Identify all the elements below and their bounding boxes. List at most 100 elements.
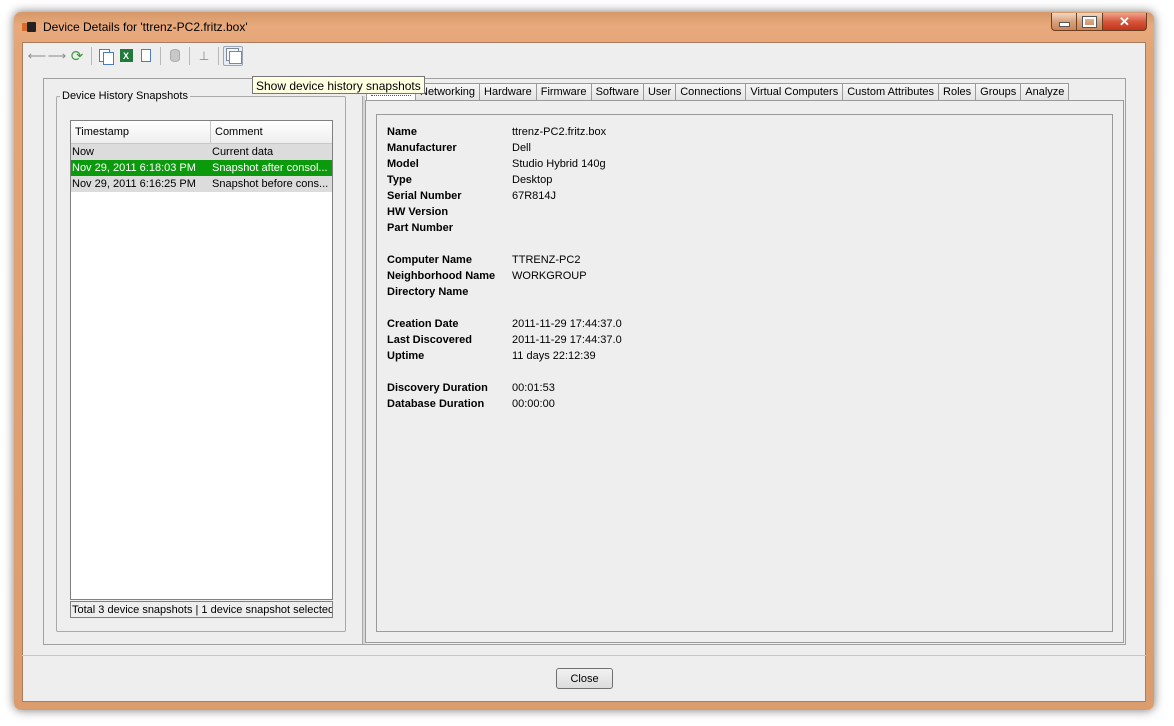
- maximize-button[interactable]: [1077, 13, 1103, 31]
- refresh-button[interactable]: ⟳: [67, 46, 87, 66]
- topology-button[interactable]: ⊥: [194, 46, 214, 66]
- tab-custom-attributes[interactable]: Custom Attributes: [842, 83, 940, 100]
- detail-value: 00:01:53: [512, 382, 555, 394]
- detail-row-database-duration: Database Duration 00:00:00: [387, 396, 555, 412]
- forward-button[interactable]: ⟶: [47, 46, 67, 66]
- close-button[interactable]: Close: [556, 668, 613, 689]
- detail-value: 2011-11-29 17:44:37.0: [512, 334, 622, 346]
- detail-label: Uptime: [387, 350, 425, 362]
- detail-tabs: Networking Hardware Firmware Software Us…: [366, 82, 1070, 100]
- caption-buttons: ✕: [1051, 13, 1147, 31]
- toolbar-separator: [160, 46, 161, 65]
- tab-virtual-computers[interactable]: Virtual Computers: [745, 83, 844, 100]
- tab-groups[interactable]: Groups: [975, 83, 1022, 100]
- history-snapshots-legend: Device History Snapshots: [60, 90, 190, 102]
- detail-label: Directory Name: [387, 286, 469, 298]
- tab-user[interactable]: User: [642, 83, 677, 100]
- detail-label: Model: [387, 158, 419, 170]
- arrow-right-icon: ⟶: [47, 47, 67, 63]
- detail-row-creation-date: Creation Date 2011-11-29 17:44:37.0: [387, 316, 622, 332]
- tab-connections[interactable]: Connections: [675, 83, 747, 100]
- tab-hardware[interactable]: Hardware: [479, 83, 537, 100]
- database-icon: [170, 49, 180, 62]
- detail-row-name: Name ttrenz-PC2.fritz.box: [387, 124, 606, 140]
- detail-label: Manufacturer: [387, 142, 457, 154]
- refresh-icon: ⟳: [70, 47, 84, 65]
- detail-row-computer-name: Computer Name TTRENZ-PC2: [387, 252, 580, 268]
- table-row-selected[interactable]: Nov 29, 2011 6:18:03 PM Snapshot after c…: [71, 160, 332, 176]
- row-timestamp: Now: [72, 146, 95, 158]
- detail-value: Studio Hybrid 140g: [512, 158, 606, 170]
- detail-label: Last Discovered: [387, 334, 472, 346]
- tab-analyze[interactable]: Analyze: [1020, 83, 1070, 100]
- detail-row-neighborhood-name: Neighborhood Name WORKGROUP: [387, 268, 587, 284]
- detail-row-uptime: Uptime 11 days 22:12:39: [387, 348, 596, 364]
- row-comment: Snapshot after consol...: [212, 162, 328, 174]
- detail-row-discovery-duration: Discovery Duration 00:01:53: [387, 380, 555, 396]
- snapshots-icon: [225, 48, 242, 64]
- detail-row-part-number: Part Number: [387, 220, 512, 236]
- excel-icon: X: [119, 49, 133, 62]
- export-excel-button[interactable]: X: [116, 46, 136, 66]
- row-comment: Current data: [212, 146, 274, 158]
- report-button[interactable]: [136, 46, 156, 66]
- close-window-button[interactable]: ✕: [1103, 13, 1147, 31]
- table-row[interactable]: Now Current data: [71, 144, 332, 160]
- detail-value: Dell: [512, 142, 531, 154]
- back-button[interactable]: ⟵: [27, 46, 47, 66]
- footer-separator: [22, 655, 1146, 656]
- detail-value: 67R814J: [512, 190, 557, 202]
- detail-row-hw-version: HW Version: [387, 204, 512, 220]
- detail-label: Discovery Duration: [387, 382, 488, 394]
- detail-label: Database Duration: [387, 398, 485, 410]
- minimize-icon: [1058, 22, 1070, 27]
- toolbar-separator: [91, 46, 92, 65]
- detail-value: Desktop: [512, 174, 553, 186]
- detail-row-model: Model Studio Hybrid 140g: [387, 156, 606, 172]
- detail-label: Name: [387, 126, 417, 138]
- toolbar: ⟵ ⟶ ⟳ X ⊥: [23, 43, 1145, 68]
- window-title: Device Details for 'ttrenz-PC2.fritz.box…: [43, 20, 248, 34]
- app-icon: [22, 22, 36, 32]
- document-icon: [141, 49, 151, 62]
- row-timestamp: Nov 29, 2011 6:18:03 PM: [72, 162, 196, 174]
- column-header-comment[interactable]: Comment: [211, 121, 332, 143]
- detail-row-serial-number: Serial Number 67R814J: [387, 188, 556, 204]
- history-snapshots-button[interactable]: [223, 45, 243, 66]
- snapshots-table-header: Timestamp Comment: [71, 121, 332, 144]
- snapshots-table: Timestamp Comment Now Current data Nov 2…: [70, 120, 333, 600]
- column-header-timestamp[interactable]: Timestamp: [71, 121, 211, 143]
- detail-label: Neighborhood Name: [387, 270, 496, 282]
- maximize-icon: [1082, 15, 1097, 28]
- title-bar[interactable]: Device Details for 'ttrenz-PC2.fritz.box…: [14, 12, 1154, 42]
- detail-value: ttrenz-PC2.fritz.box: [512, 126, 607, 138]
- minimize-button[interactable]: [1051, 13, 1077, 31]
- detail-row-directory-name: Directory Name: [387, 284, 512, 300]
- tab-roles[interactable]: Roles: [938, 83, 977, 100]
- toolbar-separator: [218, 46, 219, 65]
- detail-label: Serial Number: [387, 190, 462, 202]
- detail-label: Type: [387, 174, 412, 186]
- tab-firmware[interactable]: Firmware: [535, 83, 592, 100]
- detail-row-type: Type Desktop: [387, 172, 552, 188]
- detail-row-manufacturer: Manufacturer Dell: [387, 140, 531, 156]
- arrow-left-icon: ⟵: [27, 47, 47, 63]
- detail-value: TTRENZ-PC2: [512, 254, 581, 266]
- detail-label: Creation Date: [387, 318, 459, 330]
- detail-label: HW Version: [387, 206, 449, 218]
- copy-button[interactable]: [96, 46, 116, 66]
- detail-value: WORKGROUP: [512, 270, 587, 282]
- close-icon: ✕: [1119, 13, 1130, 29]
- snapshots-status: Total 3 device snapshots | 1 device snap…: [70, 601, 333, 618]
- row-timestamp: Nov 29, 2011 6:16:25 PM: [72, 178, 196, 190]
- database-button[interactable]: [165, 46, 185, 66]
- detail-value: 00:00:00: [512, 398, 555, 410]
- tab-software[interactable]: Software: [590, 83, 644, 100]
- detail-label: Part Number: [387, 222, 454, 234]
- copy-icon: [99, 48, 114, 65]
- toolbar-separator: [189, 46, 190, 65]
- detail-value: 11 days 22:12:39: [512, 350, 596, 362]
- detail-label: Computer Name: [387, 254, 472, 266]
- table-row[interactable]: Nov 29, 2011 6:16:25 PM Snapshot before …: [71, 176, 332, 192]
- tooltip: Show device history snapshots: [252, 76, 425, 94]
